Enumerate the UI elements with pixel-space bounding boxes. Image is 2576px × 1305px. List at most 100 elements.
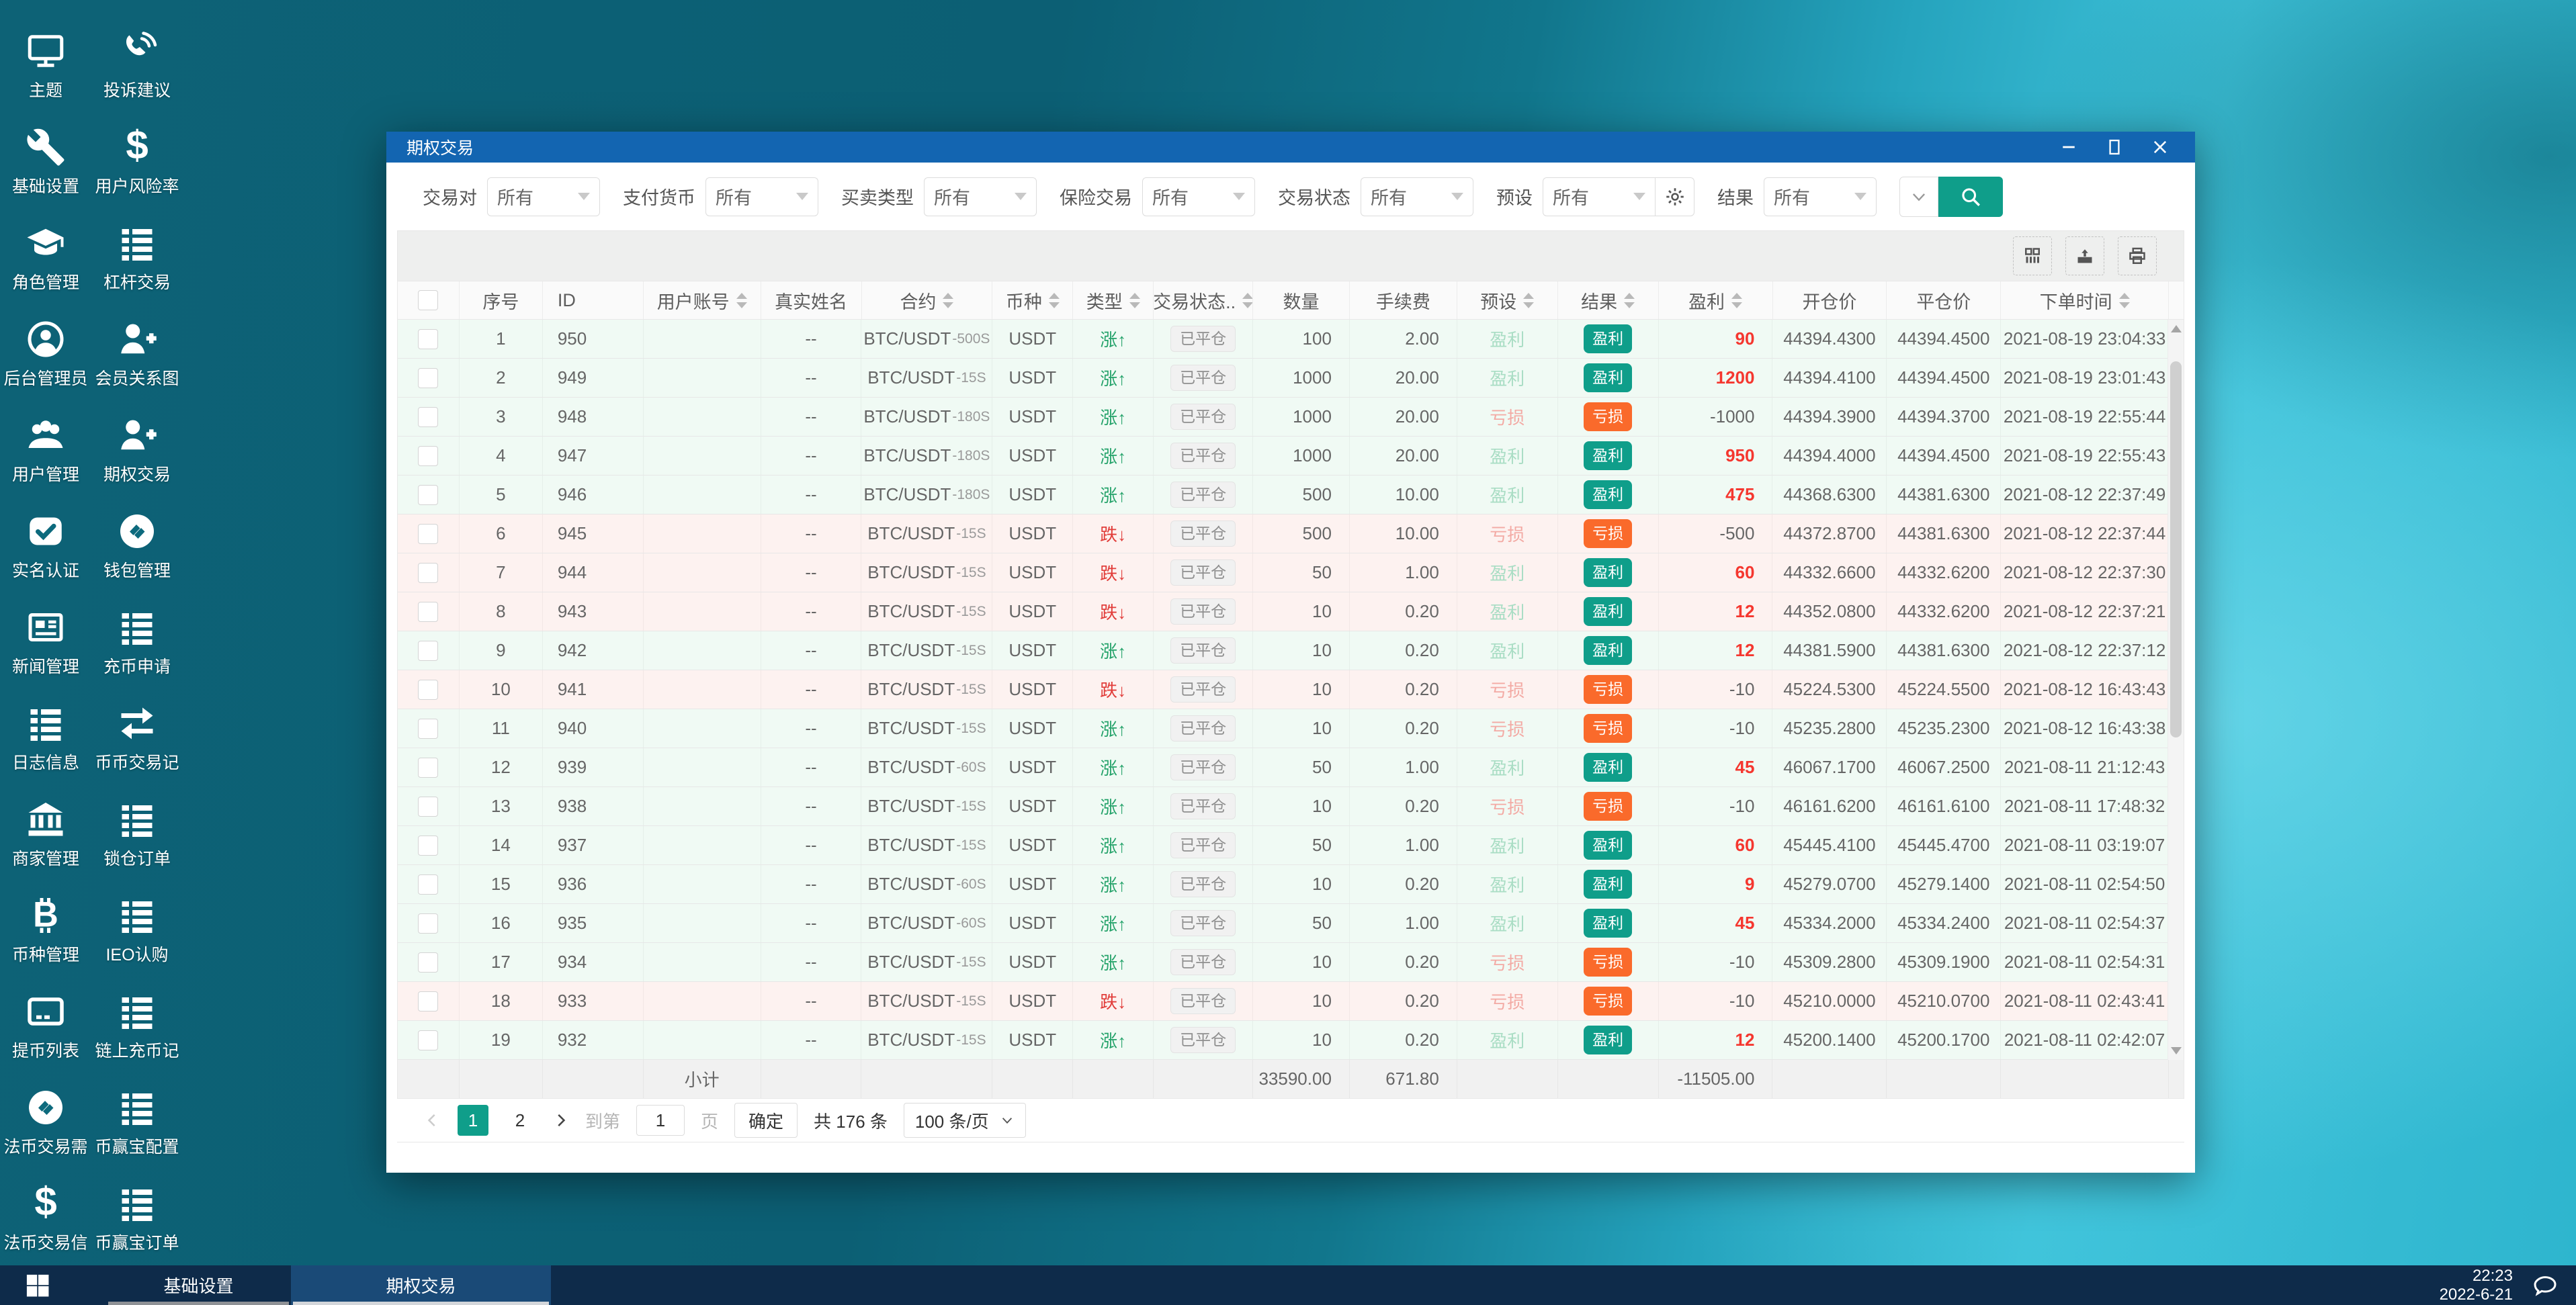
close-button[interactable]: [2151, 138, 2170, 156]
minimize-button[interactable]: [2059, 138, 2078, 156]
row-checkbox[interactable]: [418, 718, 439, 739]
cell-real-name: --: [761, 592, 862, 631]
header-预设[interactable]: 预设: [1457, 281, 1558, 319]
taskbar-button-期权交易[interactable]: 期权交易: [291, 1265, 551, 1305]
prev-page-button[interactable]: [424, 1112, 441, 1129]
row-checkbox[interactable]: [418, 445, 439, 466]
vertical-scrollbar[interactable]: [2167, 320, 2184, 1060]
row-checkbox[interactable]: [418, 484, 439, 505]
sort-icon[interactable]: [1048, 292, 1060, 308]
header-用户账号[interactable]: 用户账号: [644, 281, 761, 319]
taskbar-button-基础设置[interactable]: 基础设置: [106, 1265, 291, 1305]
desktop-icon-期权交易[interactable]: 期权交易: [91, 392, 183, 488]
row-checkbox[interactable]: [418, 991, 439, 1011]
sort-icon[interactable]: [1731, 292, 1743, 308]
desktop-icon-日志信息[interactable]: 日志信息: [0, 680, 91, 776]
row-checkbox[interactable]: [418, 328, 439, 349]
desktop-icon-锁仓订单[interactable]: 锁仓订单: [91, 776, 183, 872]
desktop-icon-实名认证[interactable]: 实名认证: [0, 488, 91, 584]
sort-icon[interactable]: [943, 292, 954, 308]
desktop-icon-基础设置[interactable]: 基础设置: [0, 104, 91, 200]
desktop-icon-币币交易记[interactable]: 币币交易记: [91, 680, 183, 776]
next-page-button[interactable]: [552, 1112, 569, 1129]
filter-select[interactable]: 所有: [1142, 177, 1255, 216]
sort-icon[interactable]: [1523, 292, 1535, 308]
row-checkbox[interactable]: [418, 796, 439, 817]
header-下单时间[interactable]: 下单时间: [2001, 281, 2170, 319]
print-button[interactable]: [2118, 236, 2157, 275]
desktop-icon-商家管理[interactable]: 商家管理: [0, 776, 91, 872]
desktop-icon-主题[interactable]: 主题: [0, 8, 91, 104]
select-all-checkbox[interactable]: [418, 290, 439, 310]
chat-icon[interactable]: [2532, 1272, 2559, 1299]
collapse-button[interactable]: [1899, 176, 1938, 217]
header-checkbox-cell[interactable]: [398, 281, 460, 319]
row-checkbox[interactable]: [418, 523, 439, 544]
row-checkbox[interactable]: [418, 367, 439, 388]
row-checkbox[interactable]: [418, 874, 439, 895]
desktop-icon-钱包管理[interactable]: 钱包管理: [91, 488, 183, 584]
maximize-button[interactable]: [2105, 138, 2124, 156]
check-badge-icon: [26, 511, 66, 551]
row-checkbox[interactable]: [418, 679, 439, 700]
confirm-button[interactable]: 确定: [734, 1103, 798, 1138]
sort-icon[interactable]: [1129, 292, 1140, 308]
desktop-icon-币赢宝订单[interactable]: 币赢宝订单: [91, 1161, 183, 1257]
desktop-icon-会员关系图[interactable]: 会员关系图: [91, 296, 183, 392]
cell-fee: 1.00: [1350, 826, 1457, 864]
columns-button[interactable]: [2013, 236, 2052, 275]
header-盈利[interactable]: 盈利: [1659, 281, 1773, 319]
header-币种[interactable]: 币种: [992, 281, 1074, 319]
header-合约[interactable]: 合约: [862, 281, 993, 319]
taskbar-clock[interactable]: 22:23 2022-6-21: [2440, 1267, 2513, 1304]
filter-select[interactable]: 所有: [1543, 177, 1656, 216]
filter-select[interactable]: 所有: [1764, 177, 1877, 216]
desktop-icon-链上充币记[interactable]: 链上充币记: [91, 969, 183, 1065]
search-button[interactable]: [1938, 176, 2003, 217]
scroll-down-icon[interactable]: [2170, 1047, 2182, 1054]
header-交易状态..[interactable]: 交易状态..: [1154, 281, 1254, 319]
sort-icon[interactable]: [2118, 292, 2130, 308]
sort-icon[interactable]: [1624, 292, 1635, 308]
desktop-icon-用户风险率[interactable]: $ 用户风险率: [91, 104, 183, 200]
desktop-icon-投诉建议[interactable]: 投诉建议: [91, 8, 183, 104]
row-checkbox[interactable]: [418, 1030, 439, 1050]
row-checkbox[interactable]: [418, 757, 439, 778]
row-checkbox[interactable]: [418, 562, 439, 583]
header-类型[interactable]: 类型: [1073, 281, 1154, 319]
scroll-up-icon[interactable]: [2170, 325, 2182, 332]
row-checkbox[interactable]: [418, 406, 439, 427]
page-size-select[interactable]: 100 条/页: [903, 1103, 1026, 1138]
filter-select[interactable]: 所有: [924, 177, 1037, 216]
page-button-2[interactable]: 2: [505, 1105, 535, 1136]
export-button[interactable]: [2065, 236, 2104, 275]
sort-icon[interactable]: [736, 292, 747, 308]
header-结果[interactable]: 结果: [1558, 281, 1659, 319]
desktop-icon-用户管理[interactable]: 用户管理: [0, 392, 91, 488]
desktop-icon-杠杆交易[interactable]: 杠杆交易: [91, 200, 183, 296]
page-button-1[interactable]: 1: [458, 1105, 488, 1136]
scrollbar-thumb[interactable]: [2170, 361, 2182, 737]
filter-select[interactable]: 所有: [705, 177, 818, 216]
sort-icon[interactable]: [1242, 292, 1253, 308]
filter-select[interactable]: 所有: [1361, 177, 1473, 216]
desktop-icon-IEO认购[interactable]: IEO认购: [91, 872, 183, 969]
desktop-icon-提币列表[interactable]: 提币列表: [0, 969, 91, 1065]
row-checkbox[interactable]: [418, 952, 439, 973]
row-checkbox[interactable]: [418, 835, 439, 856]
desktop-icon-法币交易信[interactable]: $ 法币交易信: [0, 1161, 91, 1257]
desktop-icon-币种管理[interactable]: B 币种管理: [0, 872, 91, 969]
row-checkbox[interactable]: [418, 913, 439, 934]
desktop-icon-新闻管理[interactable]: 新闻管理: [0, 584, 91, 680]
desktop-icon-法币交易需[interactable]: 法币交易需: [0, 1065, 91, 1161]
gear-button[interactable]: [1656, 177, 1694, 216]
desktop-icon-后台管理员[interactable]: 后台管理员: [0, 296, 91, 392]
filter-select[interactable]: 所有: [487, 177, 600, 216]
desktop-icon-币赢宝配置[interactable]: 币赢宝配置: [91, 1065, 183, 1161]
row-checkbox[interactable]: [418, 640, 439, 661]
start-button[interactable]: [0, 1265, 75, 1305]
goto-page-input[interactable]: [636, 1105, 685, 1136]
desktop-icon-充币申请[interactable]: 充币申请: [91, 584, 183, 680]
desktop-icon-角色管理[interactable]: 角色管理: [0, 200, 91, 296]
row-checkbox[interactable]: [418, 601, 439, 622]
